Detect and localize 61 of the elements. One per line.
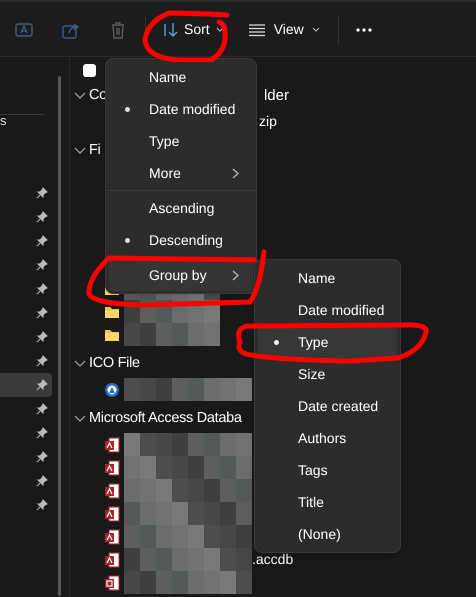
access-file-icon <box>104 436 120 452</box>
file-name[interactable]: .accdb <box>252 549 294 570</box>
menu-item[interactable]: More <box>109 157 253 189</box>
menu-item[interactable]: Name <box>109 61 253 93</box>
access-file-icon <box>104 460 120 476</box>
document-file-icon <box>104 574 120 590</box>
menu-item[interactable]: Date modified <box>109 93 253 125</box>
sidebar-item[interactable] <box>0 373 52 397</box>
pin-icon <box>36 235 48 247</box>
caret-icon <box>312 26 320 32</box>
menu-item[interactable]: Descending <box>109 224 253 256</box>
pin-icon <box>36 499 48 511</box>
chevron-icon <box>74 147 86 155</box>
view-button[interactable]: View <box>242 14 326 46</box>
globe-file-icon <box>104 382 120 398</box>
select-all-checkbox[interactable] <box>83 64 96 76</box>
access-file-icon <box>104 528 120 544</box>
group-header[interactable]: lder <box>264 84 289 108</box>
chevron-icon <box>74 415 86 423</box>
menu-item[interactable]: Tags <box>258 454 397 486</box>
menu-item[interactable]: Type <box>258 326 397 358</box>
group-header[interactable]: ICO File <box>89 353 140 375</box>
chevron-icon <box>74 92 86 100</box>
pin-icon <box>36 427 48 439</box>
menu-item[interactable]: Date created <box>258 390 397 422</box>
chevron-icon <box>232 168 239 178</box>
list-icon <box>248 22 266 36</box>
menu-item[interactable]: Group by <box>109 259 253 291</box>
menu-item[interactable]: Type <box>109 125 253 157</box>
pin-icon <box>36 355 48 367</box>
pin-icon <box>36 475 48 487</box>
pin-icon <box>36 211 48 223</box>
access-file-icon <box>104 482 120 498</box>
sort-button[interactable]: Sort <box>156 14 230 46</box>
pin-icon <box>36 259 48 271</box>
menu-item[interactable]: Ascending <box>109 192 253 224</box>
menu-item[interactable]: Authors <box>258 422 397 454</box>
pin-icon <box>36 379 48 391</box>
access-file-icon <box>104 506 120 522</box>
pin-icon <box>36 451 48 463</box>
caret-icon <box>216 26 224 32</box>
sidebar-item-label: s <box>0 112 6 130</box>
menu-item[interactable]: Title <box>258 486 397 518</box>
file-name[interactable]: zip <box>259 111 277 132</box>
access-file-icon <box>104 552 120 568</box>
more-icon <box>354 28 373 32</box>
sort-icon <box>162 20 178 38</box>
scrollbar[interactable] <box>58 76 61 596</box>
pin-icon <box>36 403 48 415</box>
pin-icon <box>36 307 48 319</box>
menu-item[interactable]: Size <box>258 358 397 390</box>
pin-icon <box>36 331 48 343</box>
group-header[interactable]: Microsoft Access Databa <box>89 408 242 430</box>
group-header[interactable]: Fi <box>89 140 100 162</box>
menu-item[interactable]: (None) <box>258 518 397 550</box>
pin-icon <box>36 283 48 295</box>
chevron-icon <box>232 270 239 280</box>
menu-item[interactable]: Date modified <box>258 294 397 326</box>
menu-item[interactable]: Name <box>258 262 397 294</box>
chevron-icon <box>74 360 86 368</box>
pin-icon <box>36 187 48 199</box>
